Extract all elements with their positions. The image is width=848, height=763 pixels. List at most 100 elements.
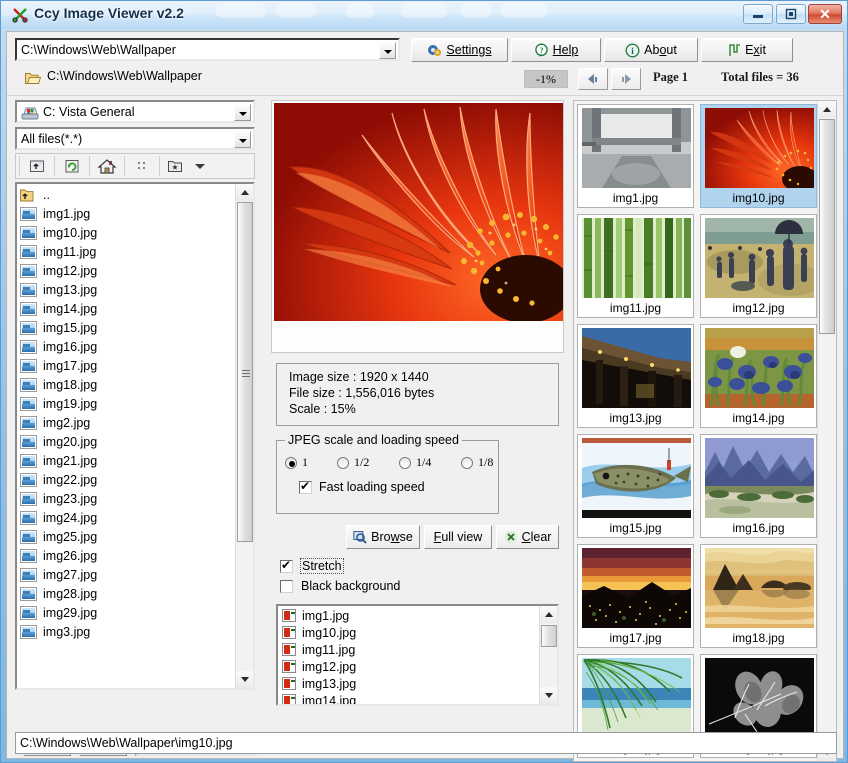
- file-name: img18.jpg: [43, 378, 97, 392]
- dots-icon[interactable]: [128, 155, 156, 177]
- file-list-item[interactable]: img17.jpg: [17, 356, 234, 375]
- scroll-up-button[interactable]: [818, 101, 836, 118]
- scroll-down-button[interactable]: [236, 671, 254, 688]
- scale-option-1[interactable]: 1: [285, 455, 308, 470]
- thumbnail-item[interactable]: img18.jpg: [700, 544, 817, 648]
- breadcrumb-bar: C:\Windows\Web\Wallpaper -1% Page 1 Tota…: [15, 66, 835, 92]
- file-list[interactable]: ..img1.jpgimg10.jpgimg11.jpgimg12.jpgimg…: [15, 182, 255, 690]
- selected-files-scrollbar[interactable]: [539, 606, 557, 704]
- scale-option-1-8[interactable]: 1/8: [461, 455, 493, 470]
- thumbnail-image: [582, 658, 691, 738]
- thumbnail-item[interactable]: img14.jpg: [700, 324, 817, 428]
- next-page-button[interactable]: [611, 68, 641, 90]
- scrollbar-thumb[interactable]: [819, 119, 835, 334]
- file-list-item[interactable]: img25.jpg: [17, 527, 234, 546]
- file-list-item[interactable]: img22.jpg: [17, 470, 234, 489]
- fast-loading-checkbox[interactable]: Fast loading speed: [299, 480, 425, 494]
- file-list-item[interactable]: img3.jpg: [17, 622, 234, 641]
- file-list-item[interactable]: img29.jpg: [17, 603, 234, 622]
- fullview-button[interactable]: Full view: [424, 525, 492, 549]
- scroll-down-button[interactable]: [540, 687, 558, 704]
- filter-combo-value: All files(*.*): [21, 132, 82, 146]
- file-list-parent-item[interactable]: ..: [17, 185, 234, 204]
- black-background-checkbox[interactable]: Black background: [280, 579, 400, 593]
- thumbnail-item[interactable]: img15.jpg: [577, 434, 694, 538]
- selected-file-item[interactable]: img13.jpg: [278, 675, 538, 692]
- scroll-up-button[interactable]: [540, 606, 558, 623]
- file-list-item[interactable]: img10.jpg: [17, 223, 234, 242]
- thumbnail-item[interactable]: img1.jpg: [577, 104, 694, 208]
- jpeg-file-icon: [282, 609, 296, 622]
- thumbnail-item[interactable]: img10.jpg: [700, 104, 817, 208]
- jpeg-file-icon: [282, 660, 296, 673]
- thumbnail-item[interactable]: img16.jpg: [700, 434, 817, 538]
- thumbnail-item[interactable]: img11.jpg: [577, 214, 694, 318]
- selected-file-item[interactable]: img11.jpg: [278, 641, 538, 658]
- selected-file-name: img13.jpg: [302, 677, 356, 691]
- scrollbar-thumb[interactable]: [237, 202, 253, 542]
- file-list-item[interactable]: img18.jpg: [17, 375, 234, 394]
- minimize-button[interactable]: [743, 4, 773, 24]
- thumbnail-scrollbar[interactable]: [817, 101, 836, 761]
- clear-button[interactable]: Clear: [496, 525, 559, 549]
- file-list-item[interactable]: img16.jpg: [17, 337, 234, 356]
- about-button[interactable]: i AbAboutout: [604, 38, 698, 62]
- scale-option-1-4[interactable]: 1/4: [399, 455, 431, 470]
- file-list-item[interactable]: img11.jpg: [17, 242, 234, 261]
- thumbnail-item[interactable]: img13.jpg: [577, 324, 694, 428]
- maximize-button[interactable]: [776, 4, 806, 24]
- close-button[interactable]: ✕: [808, 4, 842, 24]
- file-list-item[interactable]: img23.jpg: [17, 489, 234, 508]
- file-list-item[interactable]: img27.jpg: [17, 565, 234, 584]
- file-list-item[interactable]: img13.jpg: [17, 280, 234, 299]
- previous-page-button[interactable]: [578, 68, 608, 90]
- chevron-down-icon[interactable]: [234, 131, 251, 148]
- scale-option-1-2[interactable]: 1/2: [337, 455, 369, 470]
- title-bar[interactable]: Ccy Image Viewer v2.2 ✕: [1, 1, 847, 29]
- selected-file-item[interactable]: img12.jpg: [278, 658, 538, 675]
- selected-files-list[interactable]: img1.jpgimg10.jpgimg11.jpgimg12.jpg img13…: [276, 604, 559, 706]
- view-options-icon[interactable]: [163, 155, 191, 177]
- chevron-down-icon[interactable]: [379, 42, 396, 59]
- file-list-item[interactable]: img14.jpg: [17, 299, 234, 318]
- image-preview-panel[interactable]: [271, 100, 564, 353]
- file-list-item[interactable]: img21.jpg: [17, 451, 234, 470]
- filter-combo[interactable]: All files(*.*): [15, 127, 255, 150]
- thumbnail-item[interactable]: img12.jpg: [700, 214, 817, 318]
- up-folder-icon[interactable]: [23, 155, 51, 177]
- home-icon[interactable]: [93, 155, 121, 177]
- file-list-item[interactable]: img24.jpg: [17, 508, 234, 527]
- selected-file-item[interactable]: img10.jpg: [278, 624, 538, 641]
- selected-file-item[interactable]: img14.jpg: [278, 692, 538, 706]
- image-info-box: Image size : 1920 x 1440 File size : 1,5…: [276, 363, 559, 426]
- file-list-item[interactable]: img20.jpg: [17, 432, 234, 451]
- settings-button[interactable]: Settings: [411, 38, 508, 62]
- scrollbar-thumb[interactable]: [541, 625, 557, 647]
- file-list-item[interactable]: img12.jpg: [17, 261, 234, 280]
- path-combo[interactable]: C:\Windows\Web\Wallpaper: [15, 38, 400, 61]
- stretch-checkbox[interactable]: Stretch: [280, 559, 343, 573]
- selected-file-item[interactable]: img1.jpg: [278, 607, 538, 624]
- file-list-item[interactable]: img19.jpg: [17, 394, 234, 413]
- thumbnail-image: [705, 108, 814, 188]
- drive-combo[interactable]: C: Vista General: [15, 100, 255, 123]
- file-list-scrollbar[interactable]: [235, 184, 253, 688]
- file-list-item[interactable]: img1.jpg: [17, 204, 234, 223]
- thumbnail-item[interactable]: img17.jpg: [577, 544, 694, 648]
- browse-button[interactable]: Browse: [346, 525, 420, 549]
- help-button[interactable]: ? Help: [511, 38, 601, 62]
- thumbnail-grid: img1.jpgimg10.jpgimg11.jpgimg12.jpgimg13…: [577, 104, 817, 759]
- help-label: Help: [553, 43, 579, 57]
- chevron-down-icon[interactable]: [191, 155, 209, 177]
- thumbnail-image: [582, 328, 691, 408]
- thumbnail-pane[interactable]: img1.jpgimg10.jpgimg11.jpgimg12.jpgimg13…: [573, 100, 837, 762]
- file-list-item[interactable]: img2.jpg: [17, 413, 234, 432]
- scroll-up-button[interactable]: [236, 184, 254, 201]
- refresh-icon[interactable]: [58, 155, 86, 177]
- file-list-item[interactable]: img15.jpg: [17, 318, 234, 337]
- file-list-item[interactable]: img28.jpg: [17, 584, 234, 603]
- exit-button[interactable]: Exit: [701, 38, 793, 62]
- scale-option-1-label: 1: [302, 455, 308, 470]
- file-list-item[interactable]: img26.jpg: [17, 546, 234, 565]
- chevron-down-icon[interactable]: [234, 104, 251, 121]
